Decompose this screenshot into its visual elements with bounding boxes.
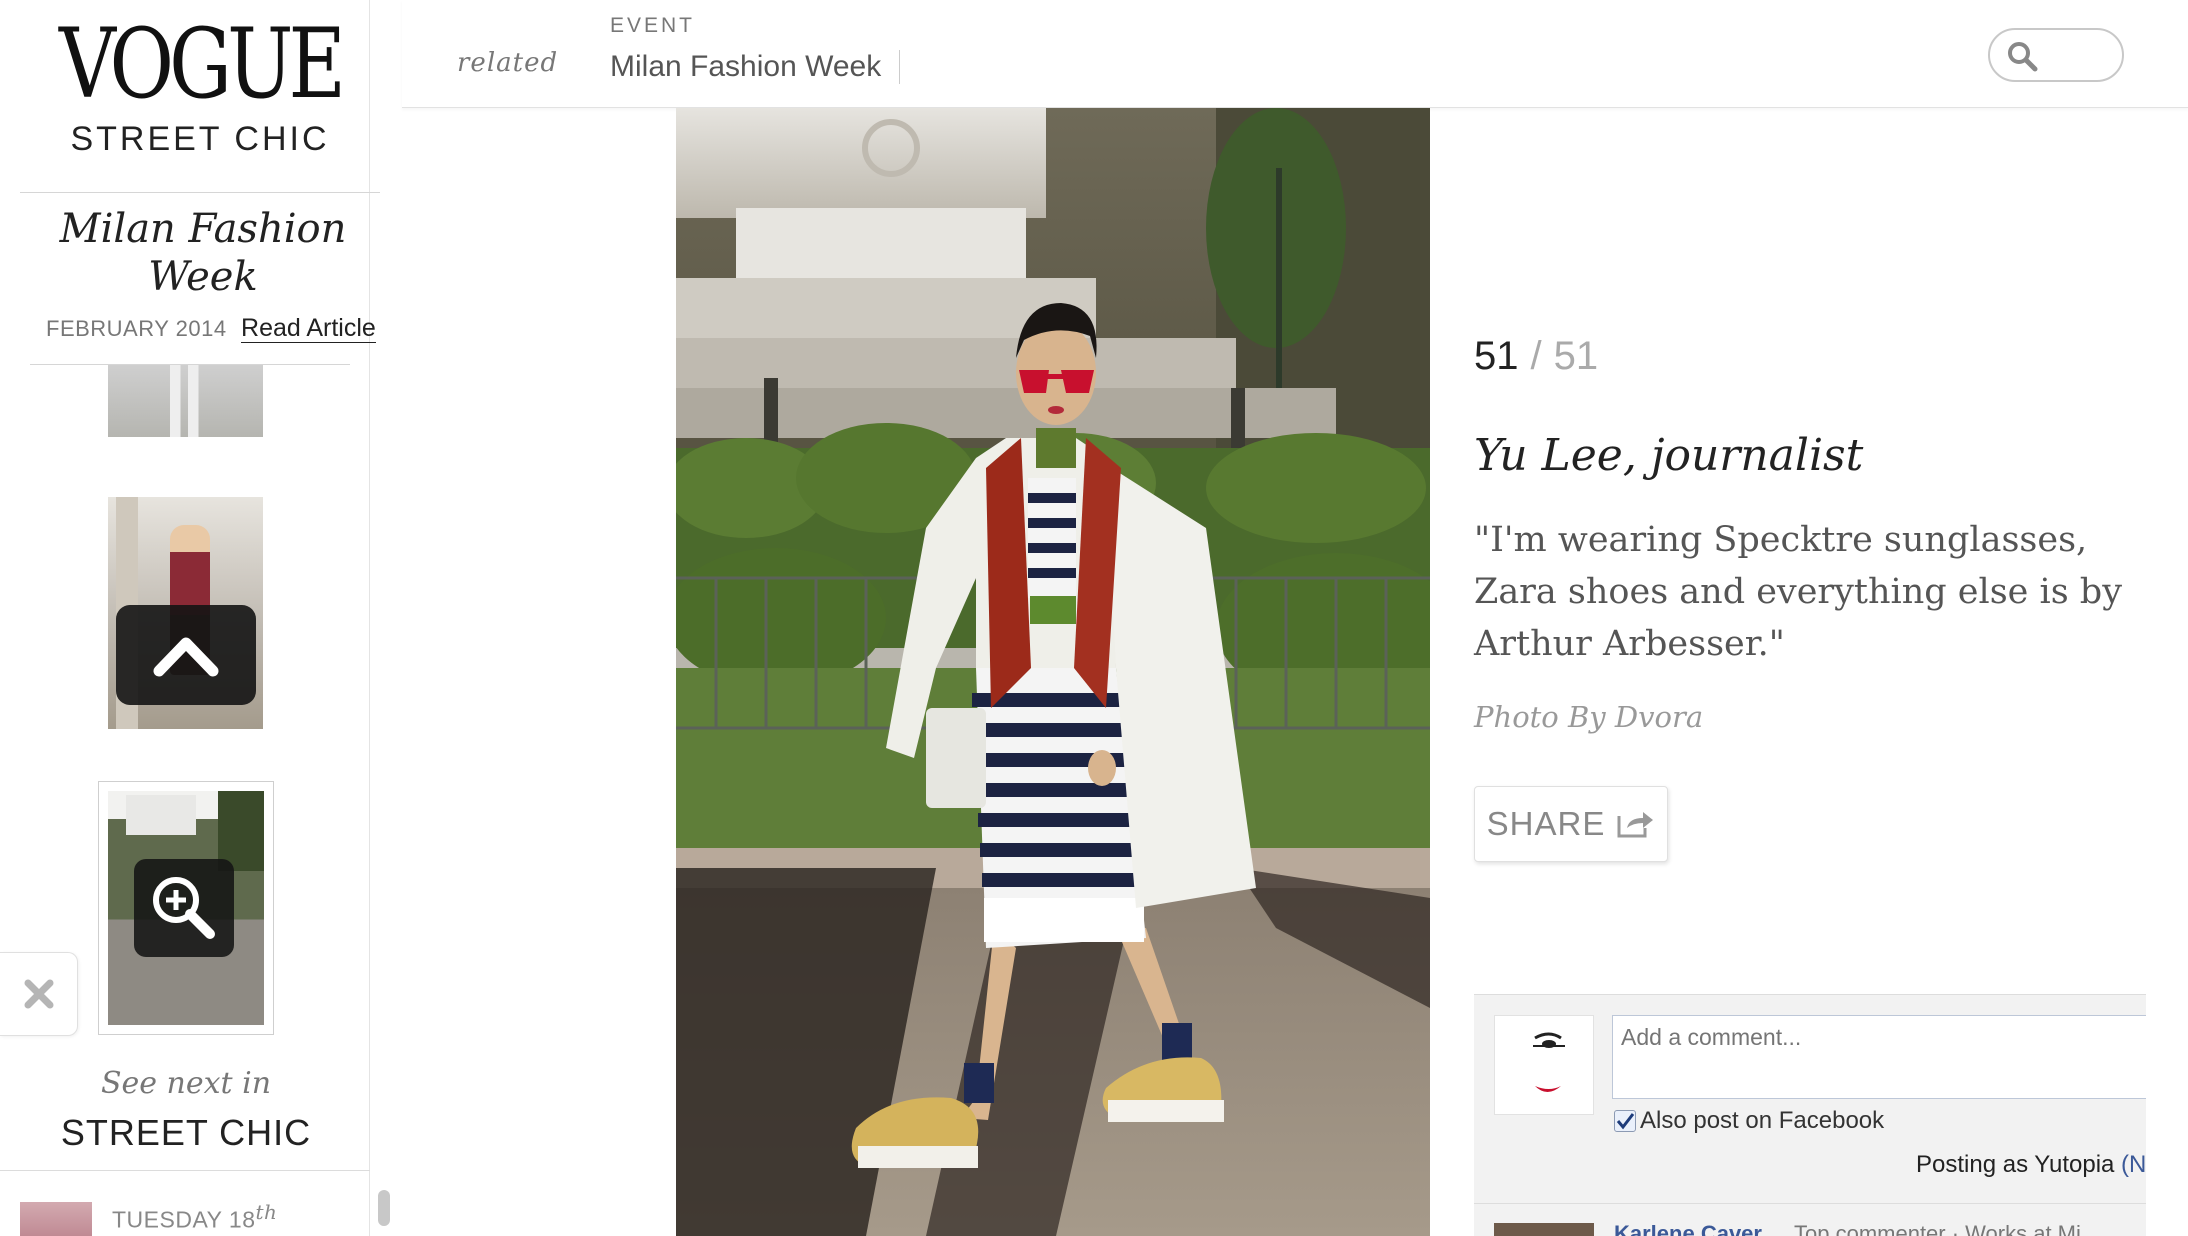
scroll-up-button[interactable] (116, 605, 256, 705)
event-title-line2: Week (148, 254, 258, 300)
event-title: Milan Fashion Week (0, 205, 406, 301)
share-label: SHARE (1486, 805, 1606, 842)
divider (0, 1170, 370, 1171)
event-meta: FEBRUARY 2014 Read Article (46, 314, 376, 343)
face-avatar-icon (1533, 1032, 1565, 1092)
sidebar: VOGUE STREET CHIC Milan Fashion Week FEB… (0, 0, 380, 1236)
next-item-date-suffix: th (255, 1200, 278, 1224)
commenter-name[interactable]: Karlene Caver (1614, 1221, 1762, 1236)
slide-current: 51 (1474, 334, 1519, 378)
photo-credit: Photo By Dvora (1474, 700, 1704, 734)
share-icon (1617, 812, 1654, 838)
chevron-up-icon (153, 637, 219, 677)
caption-title: Yu Lee, journalist (1474, 430, 1864, 481)
main-photo[interactable] (676, 108, 1430, 1236)
divider (20, 192, 380, 193)
next-item-thumbnail[interactable] (20, 1202, 92, 1236)
search-box[interactable] (1988, 28, 2124, 82)
read-article-link[interactable]: Read Article (241, 314, 376, 343)
event-category-label: EVENT (610, 14, 696, 37)
next-item-date-text: TUESDAY 18 (112, 1206, 256, 1233)
posting-as: Posting as Yutopia (N (1916, 1151, 2146, 1179)
divider (1474, 1203, 2146, 1204)
avatar (1494, 1015, 1594, 1115)
search-input[interactable] (2042, 36, 2116, 74)
zoom-button[interactable] (134, 859, 234, 957)
share-button[interactable]: SHARE (1474, 786, 1668, 862)
event-title-line1: Milan Fashion (59, 206, 347, 252)
search-icon (2008, 42, 2038, 72)
sidebar-scrollbar[interactable] (378, 1190, 390, 1226)
avatar (1494, 1223, 1594, 1236)
section-name[interactable]: STREET CHIC (0, 120, 400, 159)
event-date: FEBRUARY 2014 (46, 316, 227, 341)
next-item-date[interactable]: TUESDAY 18th (112, 1200, 277, 1234)
vogue-logo[interactable]: VOGUE (36, 8, 364, 120)
slide-separator: / (1530, 334, 1542, 378)
slide-counter: 51/51 (1474, 334, 1598, 379)
commenter-meta: Top commenter · Works at Mi (1794, 1221, 2081, 1236)
also-post-label: Also post on Facebook (1640, 1107, 1885, 1134)
comment-input[interactable] (1612, 1015, 2146, 1099)
thumbnail-strip[interactable] (0, 365, 372, 1236)
posting-as-link[interactable]: (N (2121, 1151, 2146, 1178)
posting-as-text: Posting as Yutopia (1916, 1151, 2122, 1178)
comments-widget: Also post on Facebook Posting as Yutopia… (1474, 994, 2146, 1236)
slide-total: 51 (1553, 334, 1599, 378)
caption-quote: "I'm wearing Specktre sunglasses, Zara s… (1474, 520, 2122, 664)
facebook-checkbox[interactable] (1614, 1110, 1636, 1132)
related-label: related (457, 48, 559, 78)
close-button[interactable] (0, 952, 78, 1036)
zoom-in-icon (153, 877, 215, 939)
next-section-link[interactable]: STREET CHIC (0, 1112, 372, 1154)
checkmark-icon (1616, 1113, 1635, 1130)
event-name-link[interactable]: Milan Fashion Week (610, 50, 901, 84)
thumbnail-photo[interactable] (108, 365, 263, 437)
also-post-facebook[interactable]: Also post on Facebook (1614, 1107, 1884, 1135)
close-icon (24, 979, 53, 1009)
top-bar: related EVENT Milan Fashion Week (402, 0, 2188, 108)
street-style-photo (676, 108, 1430, 1236)
see-next-label: See next in (100, 1066, 272, 1101)
